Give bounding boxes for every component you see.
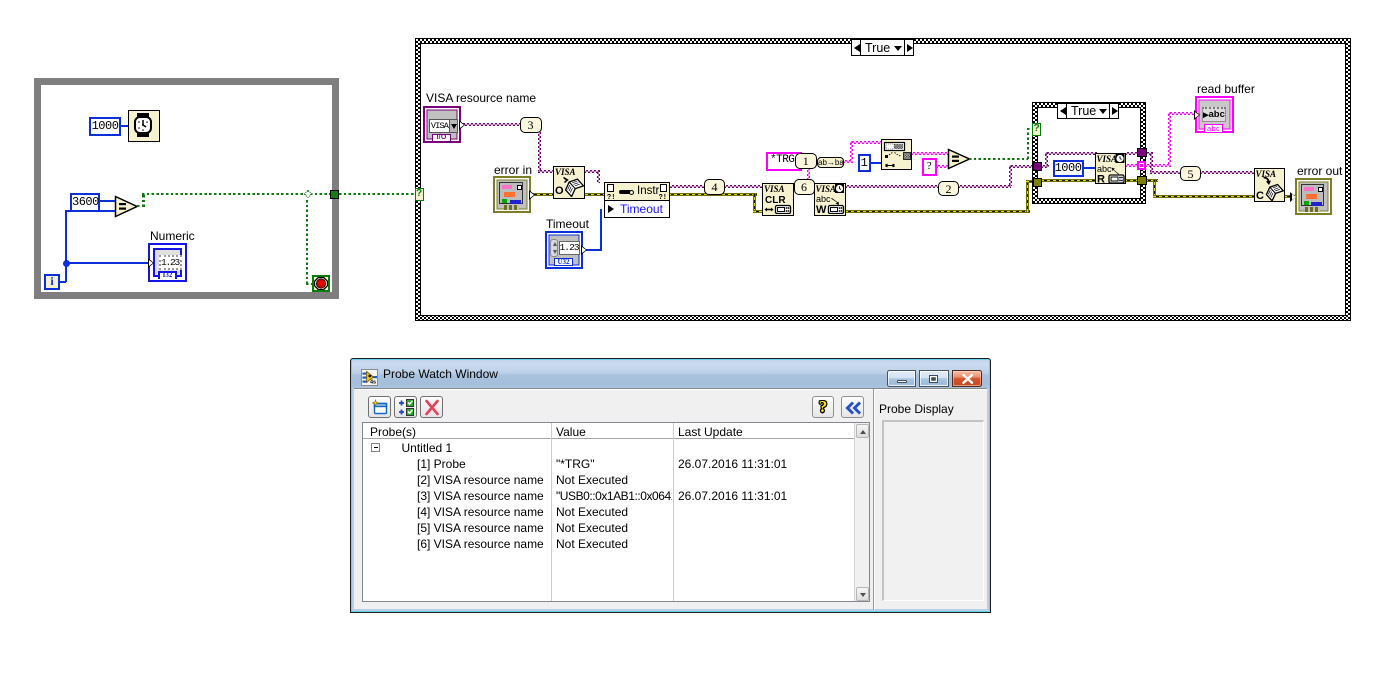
svg-text:VISA: VISA — [1097, 154, 1118, 164]
svg-text:C: C — [1256, 190, 1264, 201]
svg-text:VISA: VISA — [764, 184, 785, 194]
svg-text:4s: 4s — [370, 380, 376, 386]
svg-text:W: W — [816, 204, 827, 214]
svg-text:R: R — [1097, 173, 1105, 183]
svg-text:abc: abc — [1097, 164, 1112, 174]
svg-text:abc: abc — [816, 194, 831, 204]
svg-text:O: O — [555, 185, 564, 197]
svg-text:VISA: VISA — [816, 184, 837, 194]
svg-text:CLR: CLR — [765, 195, 786, 206]
svg-text:VISA: VISA — [555, 167, 576, 177]
